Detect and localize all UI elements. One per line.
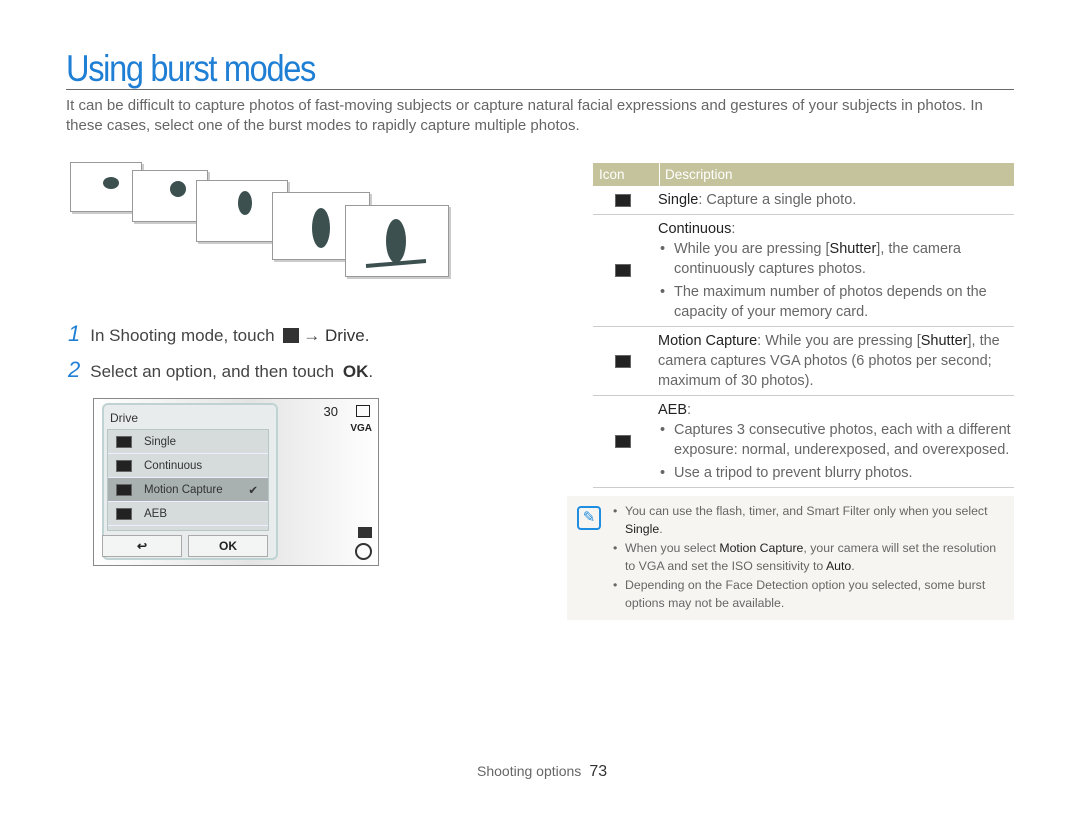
note-item: When you select Motion Capture, your cam… bbox=[613, 539, 1003, 575]
note-item: Depending on the Face Detection option y… bbox=[613, 576, 1003, 612]
resolution-indicator: VGA bbox=[350, 423, 372, 434]
option-single[interactable]: Single bbox=[108, 430, 268, 454]
continuous-icon bbox=[116, 459, 132, 472]
step-2: 2 Select an option, and then touch OK. bbox=[68, 357, 374, 382]
option-aeb[interactable]: AEB bbox=[108, 502, 268, 526]
motion-capture-indicator-icon bbox=[358, 527, 372, 538]
flash-off-icon bbox=[355, 543, 372, 560]
drive-menu: Drive Single Continuous Motion Capture ✔ … bbox=[102, 403, 278, 560]
check-icon: ✔ bbox=[248, 484, 258, 497]
back-button[interactable]: ↩ bbox=[102, 535, 182, 557]
table-row: Continuous:While you are pressing [Shutt… bbox=[593, 215, 1014, 327]
single-icon bbox=[116, 435, 132, 448]
note-icon: ✎ bbox=[577, 506, 601, 530]
option-motion-capture[interactable]: Motion Capture ✔ bbox=[108, 478, 268, 502]
menu-icon bbox=[283, 328, 300, 343]
camera-screen: Drive Single Continuous Motion Capture ✔ … bbox=[93, 398, 379, 566]
ok-button[interactable]: OK bbox=[188, 535, 268, 557]
page-title: Using burst modes bbox=[66, 48, 316, 89]
table-row: Motion Capture: While you are pressing [… bbox=[593, 327, 1014, 396]
table-row: AEB:Captures 3 consecutive photos, each … bbox=[593, 396, 1014, 488]
intro-text: It can be difficult to capture photos of… bbox=[66, 97, 983, 134]
motion-capture-icon bbox=[116, 483, 132, 496]
ok-icon: OK bbox=[342, 362, 369, 381]
burst-mode-table: Icon Description Single: Capture a single… bbox=[593, 163, 1014, 488]
page-number: 73 bbox=[589, 763, 608, 780]
page-footer: Shooting options 73 bbox=[477, 763, 608, 780]
shot-count: 30 bbox=[323, 404, 338, 419]
continuous-icon bbox=[615, 264, 631, 277]
note-box: ✎ You can use the flash, timer, and Smar… bbox=[567, 496, 1014, 620]
aeb-icon bbox=[116, 507, 132, 520]
table-header: Icon Description bbox=[593, 163, 1014, 186]
table-row: Single: Capture a single photo. bbox=[593, 186, 1014, 215]
step-1: 1 In Shooting mode, touch → Drive. bbox=[68, 321, 370, 346]
snowboarder-photo bbox=[345, 205, 449, 277]
battery-icon bbox=[356, 405, 370, 417]
aeb-icon bbox=[615, 435, 631, 448]
motion-capture-icon bbox=[615, 354, 631, 368]
single-icon bbox=[615, 193, 631, 207]
note-item: You can use the flash, timer, and Smart … bbox=[613, 502, 1003, 538]
title-divider bbox=[66, 89, 1014, 90]
option-continuous[interactable]: Continuous bbox=[108, 454, 268, 478]
